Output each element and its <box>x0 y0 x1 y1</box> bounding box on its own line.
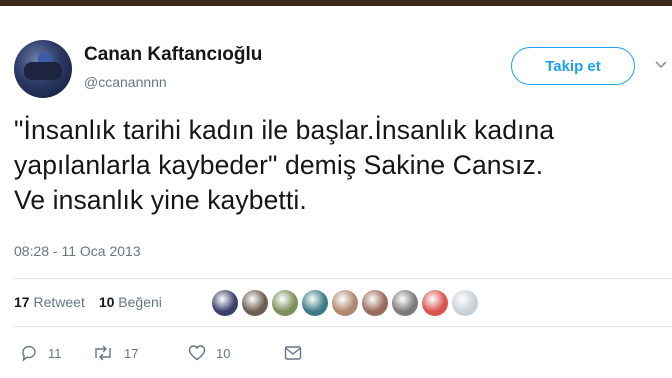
author-avatar[interactable] <box>14 40 72 98</box>
direct-message-button[interactable] <box>284 345 302 361</box>
avatar-1[interactable] <box>212 290 238 316</box>
like-button[interactable]: 10 <box>188 344 284 362</box>
retweet-icon <box>95 345 111 361</box>
tweet-text-line: "İnsanlık tarihi kadın ile başlar.İnsanl… <box>14 115 555 145</box>
avatar-6[interactable] <box>362 290 388 316</box>
envelope-icon <box>284 346 302 360</box>
retweet-count: 17 <box>124 345 139 361</box>
retweet-stat-count: 17 <box>14 294 30 310</box>
avatar-3[interactable] <box>272 290 298 316</box>
tweet-text: "İnsanlık tarihi kadın ile başlar.İnsanl… <box>14 113 664 218</box>
author-name[interactable]: Canan Kaftancıoğlu <box>84 44 262 66</box>
avatar-motorcycle-shape <box>24 62 62 80</box>
tweet-timestamp[interactable]: 08:28 - 11 Oca 2013 <box>14 243 141 259</box>
tweet-actions: 11 17 10 <box>20 344 302 362</box>
reply-button[interactable]: 11 <box>20 344 92 362</box>
follow-button[interactable]: Takip et <box>511 47 635 85</box>
tweet-text-line: yapılanlarla kaybeder" demiş Sakine Cans… <box>14 150 544 180</box>
heart-icon <box>188 345 206 361</box>
engagement-stats: 17 Retweet 10 Beğeni <box>14 294 162 310</box>
top-banner-edge <box>0 0 672 6</box>
likers-avatars <box>212 290 478 316</box>
reply-icon <box>22 345 36 362</box>
retweet-stat-label: Retweet <box>33 294 85 310</box>
like-stat[interactable]: 10 Beğeni <box>99 294 162 310</box>
avatar-7[interactable] <box>392 290 418 316</box>
retweet-stat[interactable]: 17 Retweet <box>14 294 85 310</box>
author-handle[interactable]: @ccanannnn <box>84 74 167 90</box>
like-count: 10 <box>216 345 231 361</box>
divider <box>14 326 672 327</box>
reply-count: 11 <box>48 345 62 361</box>
avatar-2[interactable] <box>242 290 268 316</box>
avatar-4[interactable] <box>302 290 328 316</box>
divider <box>14 278 672 279</box>
tweet-text-line: Ve insanlık yine kaybetti. <box>14 185 307 215</box>
like-stat-count: 10 <box>98 294 115 310</box>
avatar-8[interactable] <box>422 290 448 316</box>
avatar-9[interactable] <box>452 290 478 316</box>
like-stat-label: Beğeni <box>118 294 162 310</box>
chevron-down-icon[interactable] <box>654 57 668 71</box>
avatar-5[interactable] <box>332 290 358 316</box>
retweet-button[interactable]: 17 <box>92 344 188 362</box>
